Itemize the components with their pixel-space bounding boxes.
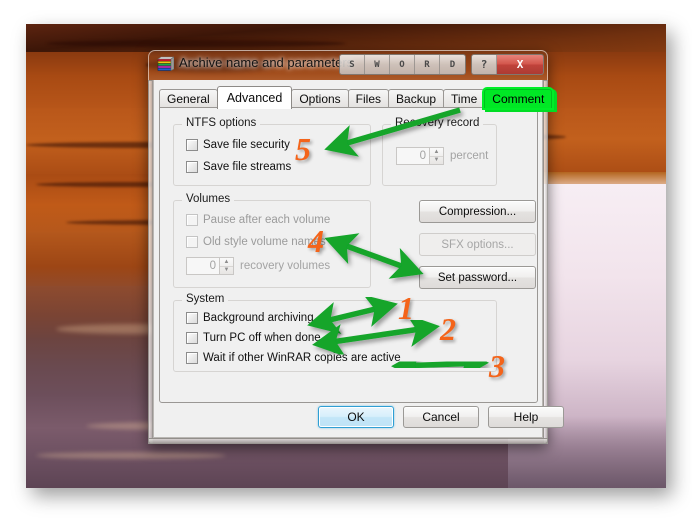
tab-files[interactable]: Files <box>347 89 390 108</box>
dialog-client-area: General Advanced Options Files Backup Ti… <box>153 80 564 438</box>
help-close-group: ? X <box>471 54 544 75</box>
spinner-value[interactable]: 0 <box>396 147 430 165</box>
help-button[interactable]: Help <box>488 406 564 428</box>
spinner-down-icon[interactable]: ▼ <box>430 157 443 165</box>
checkbox-box[interactable] <box>186 139 198 151</box>
caption-button-bar: S W O R D ? X <box>339 54 544 75</box>
checkbox-box[interactable] <box>186 332 198 344</box>
recovery-record-spinner[interactable]: 0 ▲ ▼ percent <box>396 147 488 165</box>
button-label: SFX options... <box>441 238 514 251</box>
checkbox-old-style-volume-names[interactable]: Old style volume names <box>186 236 326 248</box>
tab-label: Advanced <box>226 91 283 105</box>
archive-name-and-parameters-dialog: Archive name and parameters S W O R D ? … <box>148 50 564 444</box>
checkbox-box[interactable] <box>186 236 198 248</box>
rock-highlight <box>36 452 226 459</box>
checkbox-label: Pause after each volume <box>203 214 331 226</box>
spinner-down-icon[interactable]: ▼ <box>220 267 233 275</box>
group-title: Volumes <box>182 193 235 205</box>
set-password-button[interactable]: Set password... <box>419 266 536 289</box>
tab-label: Files <box>355 92 382 106</box>
tab-label: Comment <box>492 92 545 106</box>
checkbox-box[interactable] <box>186 352 198 364</box>
checkbox-save-file-security[interactable]: Save file security <box>186 139 290 151</box>
checkbox-label: Save file security <box>203 139 290 151</box>
spinner-value[interactable]: 0 <box>186 257 220 275</box>
title-bar[interactable]: Archive name and parameters S W O R D ? … <box>148 50 548 80</box>
window-frame-right <box>543 80 548 444</box>
volumes-group: Volumes Pause after each volume Old styl… <box>173 193 371 288</box>
caption-button-w[interactable]: W <box>365 55 390 74</box>
checkbox-pause-after-each-volume[interactable]: Pause after each volume <box>186 214 330 226</box>
spinner-buttons[interactable]: ▲ ▼ <box>430 147 444 165</box>
tab-time[interactable]: Time <box>443 89 486 108</box>
group-title: NTFS options <box>182 117 261 129</box>
sfx-options-button[interactable]: SFX options... <box>419 233 536 256</box>
tab-backup[interactable]: Backup <box>388 89 445 108</box>
checkbox-box[interactable] <box>186 312 198 324</box>
tab-label: Time <box>451 92 478 106</box>
ok-button[interactable]: OK <box>318 406 394 428</box>
window-title: Archive name and parameters <box>179 55 354 70</box>
caption-button-d[interactable]: D <box>440 55 465 74</box>
button-label: Set password... <box>437 271 518 284</box>
checkbox-wait-if-other-winrar-copies-active[interactable]: Wait if other WinRAR copies are active <box>186 352 401 364</box>
tab-general[interactable]: General <box>159 89 218 108</box>
help-icon[interactable]: ? <box>472 55 497 74</box>
tab-options[interactable]: Options <box>291 89 349 108</box>
checkbox-box[interactable] <box>186 214 198 226</box>
button-label: OK <box>347 410 365 424</box>
tab-comment[interactable]: Comment <box>484 89 553 108</box>
button-label: Help <box>513 410 539 424</box>
group-title: System <box>182 293 229 305</box>
spinner-unit-label: recovery volumes <box>240 260 331 272</box>
checkbox-label: Turn PC off when done <box>203 332 321 344</box>
checkbox-label: Wait if other WinRAR copies are active <box>203 352 401 364</box>
button-label: Compression... <box>438 205 517 218</box>
recovery-volumes-spinner[interactable]: 0 ▲ ▼ recovery volumes <box>186 257 330 275</box>
caption-button-r[interactable]: R <box>415 55 440 74</box>
spinner-up-icon[interactable]: ▲ <box>430 148 443 157</box>
tab-label: Backup <box>396 92 437 106</box>
spinner-unit-label: percent <box>450 150 489 162</box>
tab-advanced[interactable]: Advanced <box>216 86 293 109</box>
group-title: Recovery record <box>391 117 484 129</box>
caption-button-s[interactable]: S <box>340 55 365 74</box>
compression-button[interactable]: Compression... <box>419 200 536 223</box>
rock-crack <box>46 40 346 47</box>
tab-label: Options <box>299 92 341 106</box>
system-group: System Background archiving Turn PC off … <box>173 293 497 372</box>
ntfs-options-group: NTFS options Save file security Save fil… <box>173 117 371 186</box>
checkbox-box[interactable] <box>186 161 198 173</box>
cancel-button[interactable]: Cancel <box>403 406 479 428</box>
caption-button-o[interactable]: O <box>390 55 415 74</box>
winrar-books-icon <box>156 56 175 74</box>
spinner-up-icon[interactable]: ▲ <box>220 258 233 267</box>
checkbox-label: Background archiving <box>203 312 314 324</box>
sword-button-group: S W O R D <box>339 54 466 75</box>
advanced-tab-page: NTFS options Save file security Save fil… <box>159 107 538 403</box>
checkbox-turn-pc-off-when-done[interactable]: Turn PC off when done <box>186 332 321 344</box>
spinner-buttons[interactable]: ▲ ▼ <box>220 257 234 275</box>
checkbox-save-file-streams[interactable]: Save file streams <box>186 161 291 173</box>
close-icon[interactable]: X <box>497 55 543 74</box>
checkbox-label: Save file streams <box>203 161 292 173</box>
recovery-record-group: Recovery record 0 ▲ ▼ percent <box>382 117 497 186</box>
checkbox-label: Old style volume names <box>203 236 326 248</box>
checkbox-background-archiving[interactable]: Background archiving <box>186 312 314 324</box>
window-frame-bottom <box>148 438 548 444</box>
tab-label: General <box>167 92 210 106</box>
button-label: Cancel <box>422 410 460 424</box>
dialog-button-bar: OK Cancel Help <box>154 397 564 437</box>
tab-strip: General Advanced Options Files Backup Ti… <box>159 86 553 109</box>
